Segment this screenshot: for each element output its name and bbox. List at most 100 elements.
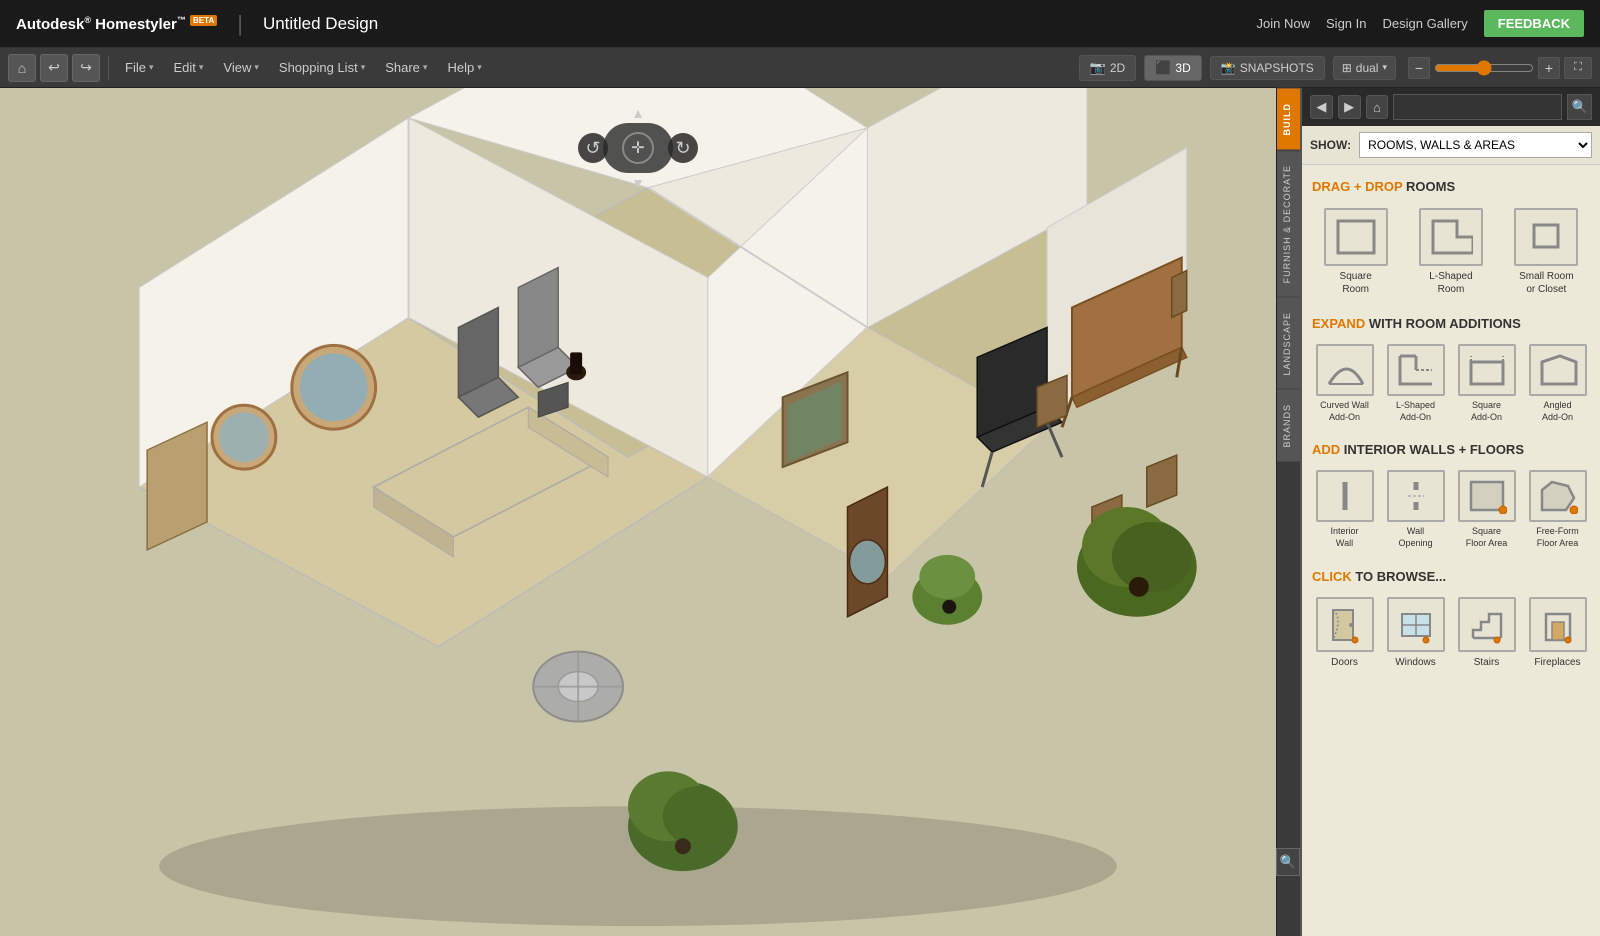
share-menu[interactable]: Share ▾	[377, 56, 435, 79]
redo-button[interactable]: ↪	[72, 54, 100, 82]
panel-search-button[interactable]: 🔍	[1567, 94, 1592, 120]
click-browse-header: CLICK TO BROWSE...	[1312, 569, 1590, 584]
view-menu[interactable]: View ▾	[215, 56, 266, 79]
home-button[interactable]: ⌂	[8, 54, 36, 82]
interior-walls-header: ADD INTERIOR WALLS + FLOORS	[1312, 442, 1590, 457]
edit-menu[interactable]: Edit ▾	[165, 56, 211, 79]
2d-view-button[interactable]: 📷 2D	[1079, 55, 1137, 81]
doors-label: Doors	[1331, 656, 1358, 669]
zoom-in-button[interactable]: +	[1538, 57, 1560, 79]
undo-button[interactable]: ↩	[40, 54, 68, 82]
dual-label: dual	[1356, 61, 1379, 75]
expand-rooms-section: EXPAND WITH ROOM ADDITIONS Curved WallAd…	[1312, 316, 1590, 426]
vertical-tabs-container: BUILD FURNISH & DECORATE LANDSCAPE BRAND…	[1276, 88, 1300, 936]
feedback-button[interactable]: FEEDBACK	[1484, 10, 1584, 37]
interior-wall-item[interactable]: InteriorWall	[1312, 467, 1377, 552]
3d-view-button[interactable]: ⬛ 3D	[1144, 55, 1202, 81]
small-room-item[interactable]: Small Roomor Closet	[1503, 204, 1590, 300]
l-shaped-addon-icon	[1396, 352, 1436, 388]
square-room-item[interactable]: SquareRoom	[1312, 204, 1399, 300]
browse-grid: Doors Windows	[1312, 594, 1590, 672]
show-dropdown[interactable]: ROOMS, WALLS & AREAS FLOORS CEILINGS ALL	[1359, 132, 1592, 158]
2d-label: 2D	[1110, 61, 1125, 75]
small-room-icon-box	[1514, 208, 1578, 266]
top-bar: Autodesk® Homestyler™ BETA | Untitled De…	[0, 0, 1600, 48]
zoom-slider[interactable]	[1434, 60, 1534, 76]
file-menu-label: File	[125, 60, 146, 75]
square-addon-item[interactable]: SquareAdd-On	[1454, 341, 1519, 426]
drag-drop-rooms-section: DRAG + DROP ROOMS SquareRoom	[1312, 179, 1590, 300]
angled-addon-item[interactable]: AngledAdd-On	[1525, 341, 1590, 426]
click-browse-section: CLICK TO BROWSE...	[1312, 569, 1590, 672]
viewport-search-button[interactable]: 🔍	[1276, 848, 1300, 876]
file-menu[interactable]: File ▾	[117, 56, 161, 79]
pan-down-button[interactable]: ▼	[631, 175, 645, 191]
fireplaces-label: Fireplaces	[1534, 656, 1580, 669]
build-tab[interactable]: BUILD	[1277, 88, 1300, 150]
windows-item[interactable]: Windows	[1383, 594, 1448, 672]
dual-button[interactable]: ⊞ dual ▾	[1333, 56, 1396, 80]
zoom-out-button[interactable]: −	[1408, 57, 1430, 79]
brands-tab[interactable]: BRANDS	[1277, 389, 1300, 462]
l-shaped-room-label: L-ShapedRoom	[1429, 270, 1472, 296]
square-addon-icon	[1467, 352, 1507, 388]
help-menu[interactable]: Help ▾	[439, 56, 489, 79]
expand-rooms-header: EXPAND WITH ROOM ADDITIONS	[1312, 316, 1590, 331]
square-room-icon	[1334, 217, 1378, 257]
angled-addon-label: AngledAdd-On	[1542, 400, 1573, 423]
fullscreen-button[interactable]: ⛶	[1564, 57, 1592, 79]
windows-icon-box	[1387, 597, 1445, 652]
rooms-grid: SquareRoom L-ShapedRoom	[1312, 204, 1590, 300]
furnish-tab[interactable]: FURNISH & DECORATE	[1277, 150, 1300, 297]
camera-icon: 📷	[1090, 60, 1106, 76]
freeform-floor-item[interactable]: Free-FormFloor Area	[1525, 467, 1590, 552]
view-toggle-group: 📷 2D ⬛ 3D 📸 SNAPSHOTS ⊞ dual ▾	[1079, 55, 1396, 81]
wall-opening-item[interactable]: WallOpening	[1383, 467, 1448, 552]
additions-grid: Curved WallAdd-On L-ShapedAdd-O	[1312, 341, 1590, 426]
doors-item[interactable]: Doors	[1312, 594, 1377, 672]
design-gallery-link[interactable]: Design Gallery	[1383, 16, 1468, 31]
title-separator: |	[237, 11, 243, 37]
toolbar-separator-1	[108, 56, 109, 80]
sign-in-link[interactable]: Sign In	[1326, 16, 1366, 31]
app-logo: Autodesk® Homestyler™ BETA	[16, 15, 217, 33]
interior-wall-icon-box	[1316, 470, 1374, 522]
panel-forward-button[interactable]: ▶	[1338, 95, 1361, 119]
3d-viewport[interactable]: ↺ ▲ ✛ ▼ ↻	[0, 88, 1276, 936]
panel-search-input[interactable]	[1393, 94, 1562, 120]
stairs-icon-box	[1458, 597, 1516, 652]
snapshots-button[interactable]: 📸 SNAPSHOTS	[1210, 56, 1325, 80]
wall-opening-icon	[1396, 478, 1436, 514]
camera2-icon: 📸	[1221, 61, 1236, 75]
pan-center-button[interactable]: ✛	[622, 132, 654, 164]
rotate-right-button[interactable]: ↻	[668, 133, 698, 163]
drag-drop-highlight: DRAG + DROP	[1312, 179, 1402, 194]
share-menu-arrow: ▾	[423, 62, 428, 73]
fireplaces-item[interactable]: Fireplaces	[1525, 594, 1590, 672]
shopping-list-label: Shopping List	[279, 60, 358, 75]
square-floor-item[interactable]: SquareFloor Area	[1454, 467, 1519, 552]
angled-addon-icon	[1538, 352, 1578, 388]
walls-grid: InteriorWall WallOpening	[1312, 467, 1590, 552]
landscape-tab[interactable]: LANDSCAPE	[1277, 297, 1300, 390]
edit-menu-label: Edit	[173, 60, 195, 75]
l-shaped-addon-item[interactable]: L-ShapedAdd-On	[1383, 341, 1448, 426]
help-menu-arrow: ▾	[477, 62, 482, 73]
fireplaces-icon	[1538, 604, 1578, 644]
small-room-label: Small Roomor Closet	[1519, 270, 1573, 296]
click-normal: TO BROWSE...	[1355, 569, 1446, 584]
stairs-item[interactable]: Stairs	[1454, 594, 1519, 672]
panel-home-button[interactable]: ⌂	[1366, 95, 1389, 119]
shopping-list-menu[interactable]: Shopping List ▾	[271, 56, 373, 79]
panel-back-button[interactable]: ◀	[1310, 95, 1333, 119]
join-now-link[interactable]: Join Now	[1257, 16, 1310, 31]
interior-walls-section: ADD INTERIOR WALLS + FLOORS InteriorWall	[1312, 442, 1590, 552]
l-shaped-addon-icon-box	[1387, 344, 1445, 396]
pan-up-button[interactable]: ▲	[631, 105, 645, 121]
curved-wall-item[interactable]: Curved WallAdd-On	[1312, 341, 1377, 426]
freeform-floor-icon-box	[1529, 470, 1587, 522]
curved-wall-label: Curved WallAdd-On	[1320, 400, 1369, 423]
small-room-icon	[1524, 217, 1568, 257]
l-shaped-room-item[interactable]: L-ShapedRoom	[1407, 204, 1494, 300]
main-content: ↺ ▲ ✛ ▼ ↻ BUILD FURNISH & DECORATE LANDS…	[0, 88, 1600, 936]
